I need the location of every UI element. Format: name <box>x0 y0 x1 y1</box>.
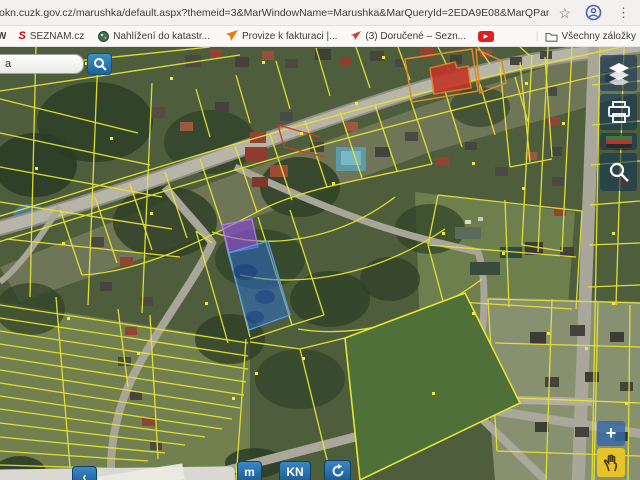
profile-icon[interactable] <box>585 4 602 21</box>
overview-map-icon <box>606 136 632 148</box>
bookmark-provize[interactable]: Provize k fakturaci |... <box>226 30 337 42</box>
layers-icon <box>607 61 631 85</box>
bookmark-seznam[interactable]: S SEZNAM.cz <box>18 30 84 42</box>
magnifier-icon <box>608 161 630 183</box>
search-input[interactable] <box>0 54 84 74</box>
orange-arrow-icon <box>226 30 238 42</box>
folder-icon <box>545 31 558 42</box>
seznam-mail-icon <box>351 31 361 41</box>
search-icon <box>93 57 107 71</box>
overview-map-button[interactable] <box>600 133 637 150</box>
chevron-left-icon: ‹ <box>83 470 87 480</box>
url-text[interactable]: okn.cuzk.gov.cz/marushka/default.aspx?th… <box>0 7 549 19</box>
all-bookmarks-button[interactable]: Všechny záložky <box>545 31 636 42</box>
map-search <box>0 53 112 75</box>
collapse-panel-button[interactable]: ‹ <box>72 466 97 480</box>
red-highlight-building <box>430 62 471 94</box>
printer-icon <box>607 101 631 123</box>
zoom-in-button[interactable]: + <box>597 421 625 446</box>
browser-url-bar: okn.cuzk.gov.cz/marushka/default.aspx?th… <box>0 0 640 26</box>
menu-kebab-icon[interactable]: ⋮ <box>617 6 630 19</box>
globe-icon <box>98 31 109 42</box>
layers-button[interactable] <box>600 55 637 91</box>
refresh-icon <box>331 464 345 478</box>
zoom-search-button[interactable] <box>600 153 637 191</box>
bookmarks-separator: | <box>536 31 539 42</box>
bookmarks-bar: W S SEZNAM.cz Nahlížení do katastr... Pr… <box>0 26 640 47</box>
aerial-map-canvas <box>0 47 640 480</box>
pan-tool-button[interactable] <box>597 448 625 477</box>
youtube-icon: ▶ <box>478 31 494 42</box>
bookmark-partial[interactable]: W <box>0 31 6 42</box>
seznam-logo-icon: S <box>18 30 25 42</box>
kn-button[interactable]: KN <box>279 461 311 480</box>
measure-button[interactable]: m <box>237 461 262 480</box>
bookmark-dorucene[interactable]: (3) Doručené – Sezn... <box>351 31 466 42</box>
bookmark-katastr[interactable]: Nahlížení do katastr... <box>98 31 210 42</box>
print-button[interactable] <box>600 94 637 130</box>
bookmark-star-icon[interactable]: ☆ <box>558 6 571 20</box>
bookmark-youtube[interactable]: ▶ <box>478 31 494 42</box>
hand-icon <box>603 454 619 472</box>
plus-icon: + <box>606 423 617 444</box>
search-button[interactable] <box>87 53 112 75</box>
cadastral-map[interactable]: + ‹ m KN <box>0 47 640 480</box>
refresh-button[interactable] <box>324 460 351 480</box>
